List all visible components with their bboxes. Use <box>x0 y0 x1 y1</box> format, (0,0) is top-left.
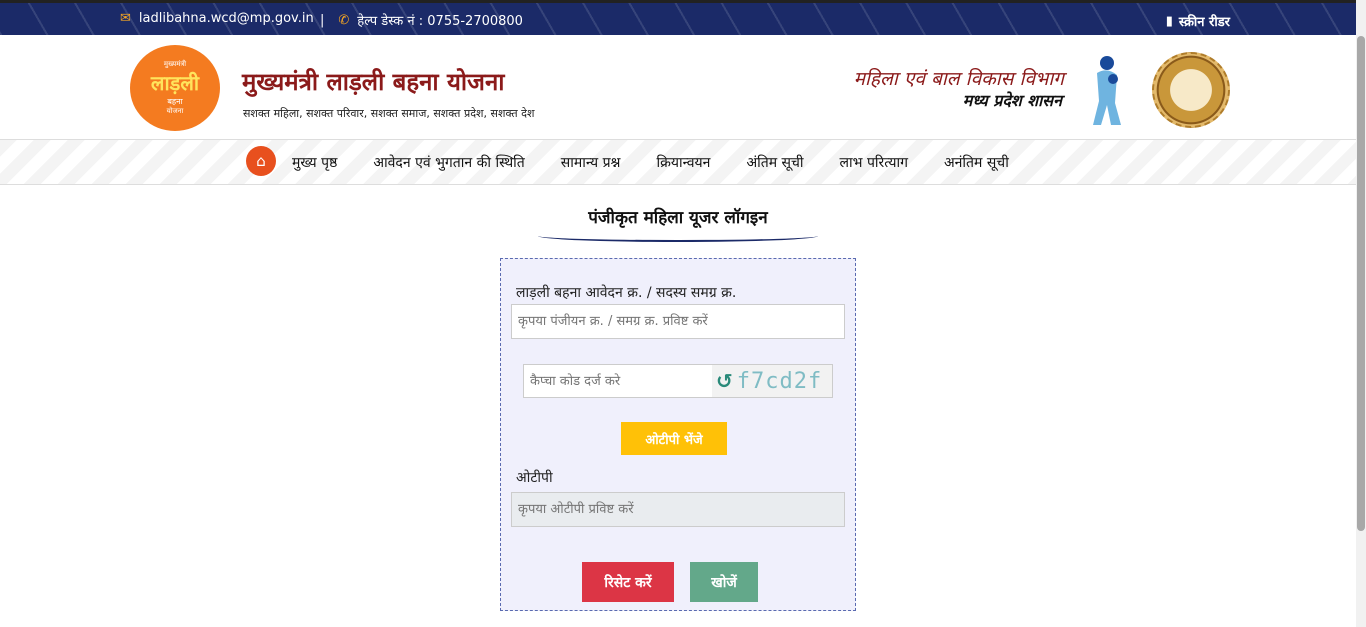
otp-label: ओटीपी <box>516 470 553 486</box>
phone-icon: ✆ <box>338 12 350 28</box>
nav-item-implementation[interactable]: क्रियान्वयन <box>656 153 710 172</box>
mp-government-emblem <box>1152 52 1230 128</box>
department-subtitle: मध्य प्रदेश शासन <box>962 91 1062 110</box>
refresh-icon[interactable]: ↺ <box>716 369 733 393</box>
login-title: पंजीकृत महिला यूजर लॉगइन <box>588 208 768 228</box>
captcha-group: ↺ f7cd2f <box>523 364 833 398</box>
top-info-bar: ✉ ladlibahna.wcd@mp.gov.in | ✆ हेल्प डेस… <box>0 0 1356 35</box>
nav-item-final-list[interactable]: अंतिम सूची <box>746 153 803 172</box>
helpdesk-text: हेल्प डेस्क नं : 0755-2700800 <box>357 14 523 29</box>
nav-item-benefit-surrender[interactable]: लाभ परित्याग <box>840 153 908 172</box>
screen-reader-label: स्क्रीन रीडर <box>1178 15 1230 30</box>
logo-line1: मुख्यमंत्री <box>163 60 187 68</box>
nav-menu: मुख्य पृष्ठ आवेदन एवं भुगतान की स्थिति स… <box>292 153 1009 172</box>
nav-item-faq[interactable]: सामान्य प्रश्न <box>561 153 621 172</box>
helpdesk-phone: | ✆ हेल्प डेस्क नं : 0755-2700800 <box>320 11 523 30</box>
main-navigation: ⌂ मुख्य पृष्ठ आवेदन एवं भुगतान की स्थिति… <box>0 139 1356 185</box>
otp-input[interactable] <box>511 492 845 527</box>
captcha-image: ↺ f7cd2f <box>712 365 832 397</box>
home-icon[interactable]: ⌂ <box>246 146 276 176</box>
screen-reader-link[interactable]: ▮ स्क्रीन रीडर <box>1165 12 1230 31</box>
page-scrollbar[interactable] <box>1356 0 1366 627</box>
scrollbar-thumb[interactable] <box>1357 36 1365 531</box>
contact-email: ✉ ladlibahna.wcd@mp.gov.in <box>120 11 314 26</box>
book-icon: ▮ <box>1165 13 1173 29</box>
registration-input[interactable] <box>511 304 845 339</box>
search-button[interactable]: खोजें <box>690 562 758 602</box>
separator: | <box>320 12 325 28</box>
site-header: मुख्यमंत्री लाड़ली बहना योजना मुख्यमंत्र… <box>0 35 1356 139</box>
nav-item-home[interactable]: मुख्य पृष्ठ <box>292 153 337 172</box>
mother-child-figure <box>1093 56 1121 125</box>
logo-line4: योजना <box>166 107 184 115</box>
registration-label: लाड़ली बहना आवेदन क्र. / सदस्य समग्र क्र… <box>516 285 737 301</box>
envelope-icon: ✉ <box>120 11 131 26</box>
captcha-input[interactable] <box>524 365 709 397</box>
captcha-code: f7cd2f <box>736 368 823 394</box>
nav-item-application-status[interactable]: आवेदन एवं भुगतान की स्थिति <box>373 153 524 172</box>
logo-line3: बहना <box>167 97 183 106</box>
title-underline <box>538 230 818 242</box>
send-otp-button[interactable]: ओटीपी भेंजे <box>621 422 727 455</box>
site-tagline: सशक्त महिला, सशक्त परिवार, सशक्त समाज, स… <box>243 107 535 120</box>
logo-line2: लाड़ली <box>150 71 200 95</box>
department-title: महिला एवं बाल विकास विभाग <box>853 68 1064 90</box>
scheme-logo[interactable]: मुख्यमंत्री लाड़ली बहना योजना <box>130 45 220 131</box>
email-text[interactable]: ladlibahna.wcd@mp.gov.in <box>139 11 314 26</box>
reset-button[interactable]: रिसेट करें <box>582 562 674 602</box>
nav-item-provisional-list[interactable]: अनंतिम सूची <box>944 153 1009 172</box>
site-title: मुख्यमंत्री लाड़ली बहना योजना <box>242 67 505 96</box>
login-panel: लाड़ली बहना आवेदन क्र. / सदस्य समग्र क्र… <box>500 258 856 611</box>
